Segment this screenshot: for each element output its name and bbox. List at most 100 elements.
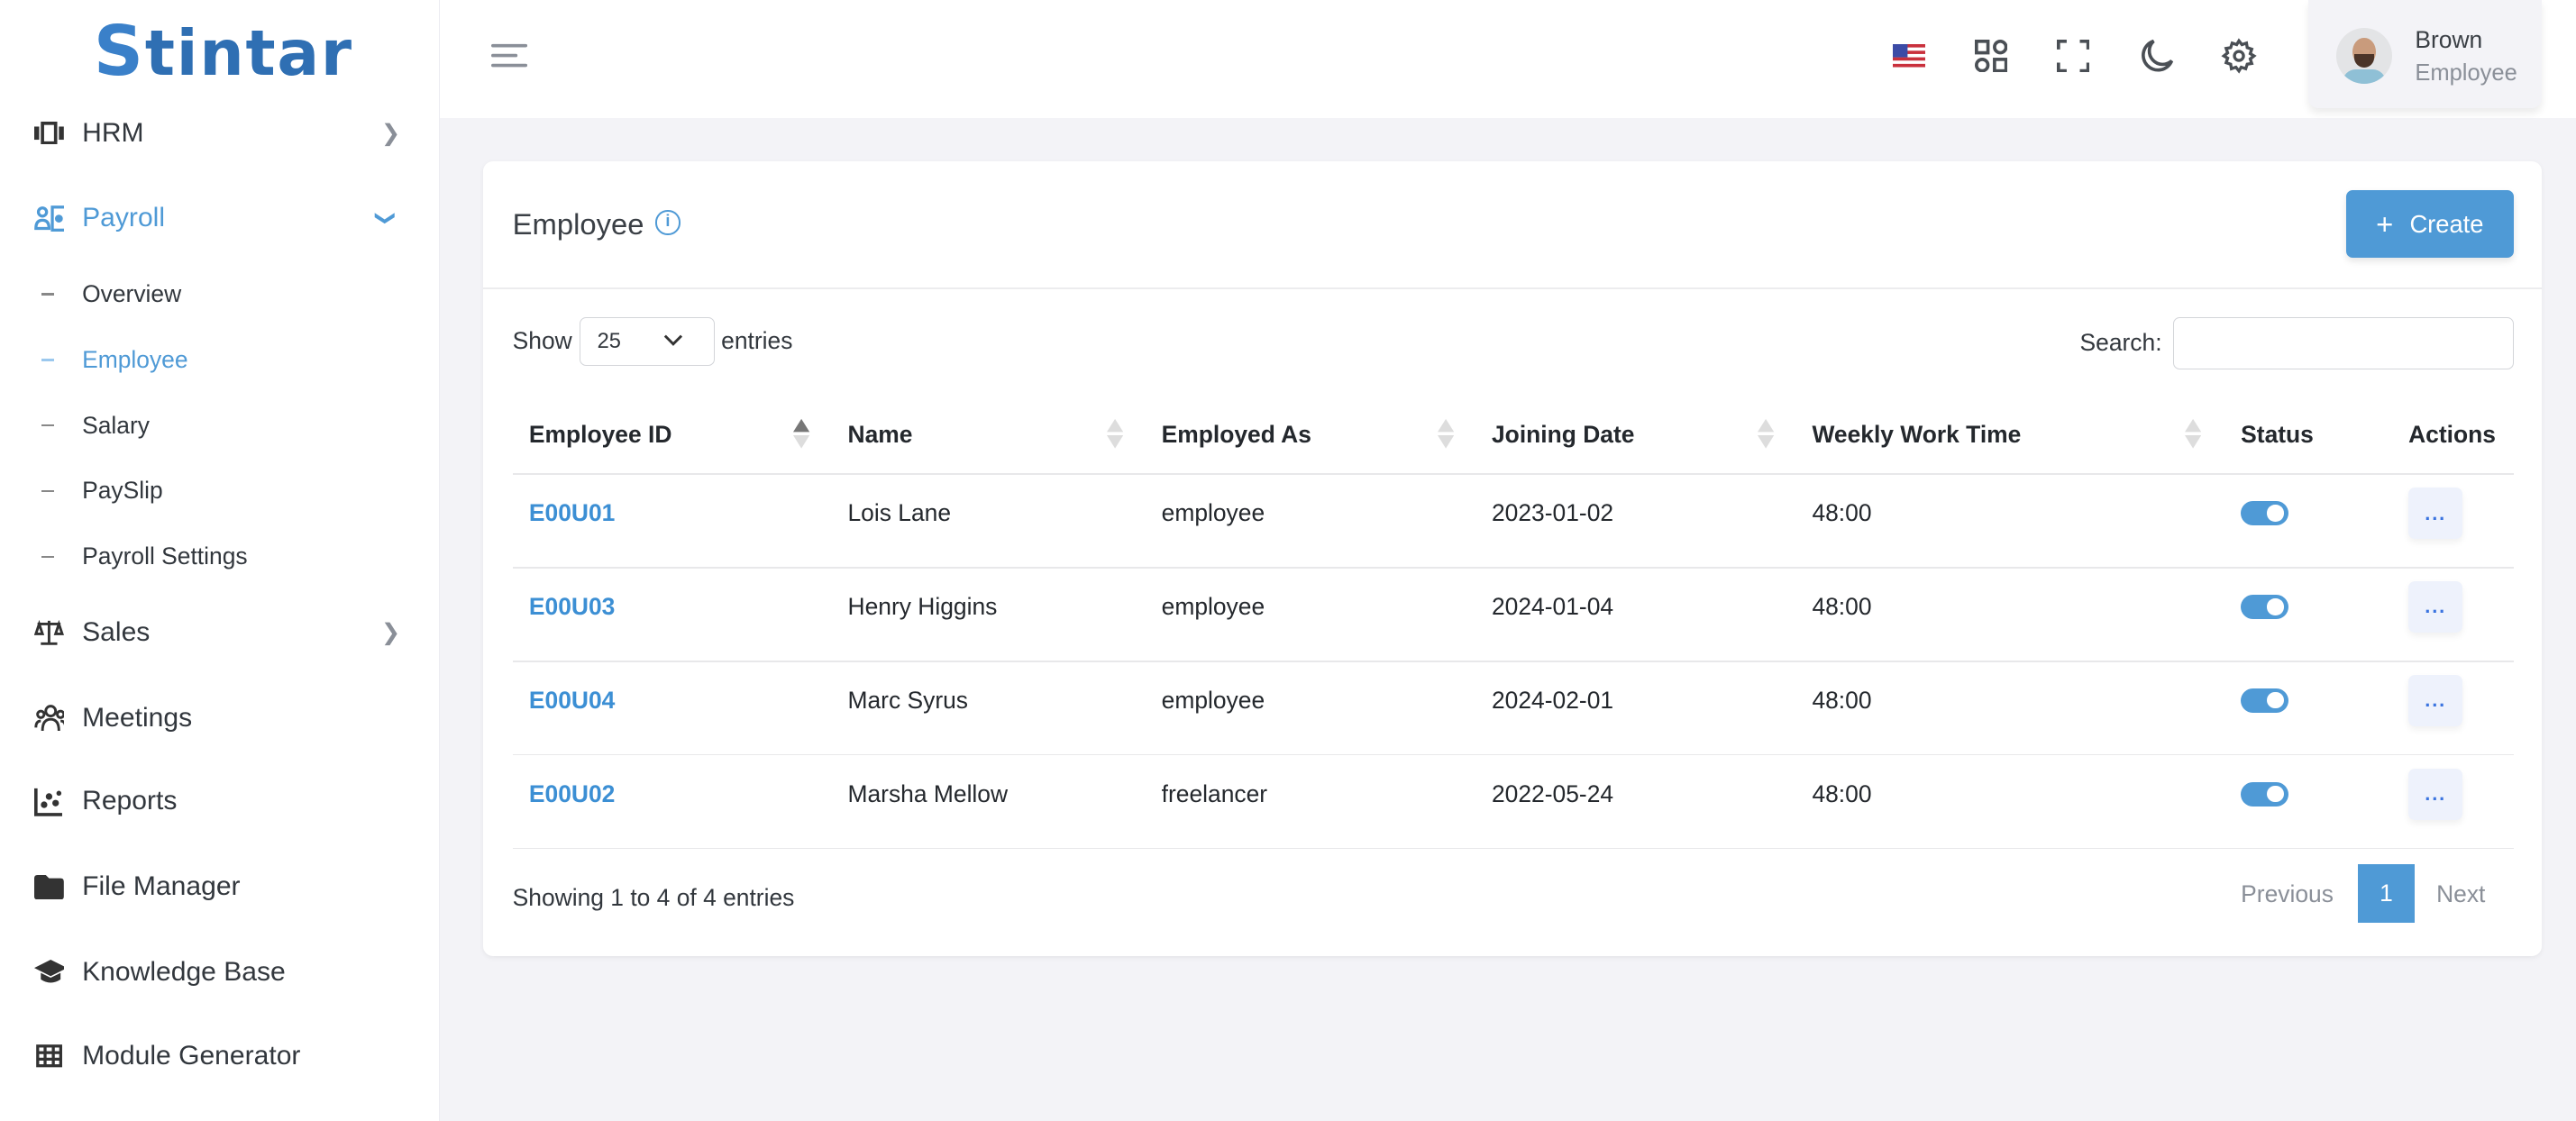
create-button[interactable]: + Create xyxy=(2345,190,2514,259)
row-divider xyxy=(512,753,2514,756)
sidebar-subitem-overview[interactable]: Overview xyxy=(0,269,440,319)
employee-id-link[interactable]: E00U01 xyxy=(529,499,615,527)
cell-time: 48:00 xyxy=(1812,592,1872,620)
sidebar-subitem-payslip[interactable]: PaySlip xyxy=(0,467,440,516)
payroll-icon xyxy=(34,204,65,233)
avatar xyxy=(2335,27,2392,84)
sidebar-subitem-label: Salary xyxy=(82,411,150,439)
search-input[interactable] xyxy=(2173,316,2514,370)
gear-icon[interactable] xyxy=(2219,36,2259,76)
dash-icon xyxy=(41,555,55,559)
sort-icon[interactable] xyxy=(1758,417,1775,450)
sort-icon[interactable] xyxy=(2185,417,2202,450)
next-page-button[interactable]: Next xyxy=(2436,880,2485,908)
employee-id-link[interactable]: E00U04 xyxy=(529,687,615,715)
dash-icon xyxy=(41,292,55,296)
sidebar-item-label: Module Generator xyxy=(82,1040,301,1071)
cell-role: employee xyxy=(1161,592,1265,620)
employee-card xyxy=(482,160,2542,956)
plus-icon: + xyxy=(2376,206,2394,241)
sort-icon[interactable] xyxy=(793,417,810,450)
folder-icon xyxy=(34,872,65,902)
page-title: Employee xyxy=(512,206,644,241)
cell-time: 48:00 xyxy=(1812,779,1872,807)
graduation-cap-icon xyxy=(34,958,65,988)
column-header[interactable]: Employed As xyxy=(1162,421,1311,449)
dash-icon xyxy=(41,424,55,427)
employee-id-link[interactable]: E00U03 xyxy=(529,593,615,621)
actions-button[interactable]: ... xyxy=(2408,581,2463,633)
moon-icon[interactable] xyxy=(2137,36,2177,76)
user-menu[interactable]: Brown Employee xyxy=(2307,0,2542,109)
actions-button[interactable]: ... xyxy=(2408,769,2463,820)
sidebar-item-meetings[interactable]: Meetings xyxy=(0,685,440,751)
info-icon[interactable]: i xyxy=(655,210,681,235)
actions-button[interactable]: ... xyxy=(2408,488,2463,539)
chevron-down-icon xyxy=(663,334,682,346)
cell-role: employee xyxy=(1161,686,1265,714)
status-toggle[interactable] xyxy=(2241,500,2288,526)
chevron-down-icon: ❯ xyxy=(375,210,398,227)
column-header: Actions xyxy=(2408,420,2496,448)
sidebar-item-module-generator[interactable]: Module Generator xyxy=(0,1024,440,1089)
entries-value: 25 xyxy=(597,329,621,353)
chevron-right-icon: ❯ xyxy=(380,619,401,645)
sidebar-item-hrm[interactable]: HRM ❯ xyxy=(0,100,440,166)
column-header[interactable]: Employee ID xyxy=(529,421,672,449)
sidebar-subitem-employee[interactable]: Employee xyxy=(0,335,440,385)
cell-name: Marsha Mellow xyxy=(847,779,1009,807)
employee-id-link[interactable]: E00U02 xyxy=(529,780,615,808)
sidebar-item-sales[interactable]: Sales ❯ xyxy=(0,599,440,665)
column-header[interactable]: Joining Date xyxy=(1492,421,1634,449)
sidebar-subitem-label: Overview xyxy=(82,279,182,307)
column-header[interactable]: Name xyxy=(848,421,913,449)
more-icon: ... xyxy=(2425,501,2446,524)
chart-icon xyxy=(34,787,64,816)
more-icon: ... xyxy=(2425,595,2446,618)
status-toggle[interactable] xyxy=(2241,594,2288,620)
logo[interactable]: Stintar xyxy=(94,16,353,91)
sidebar-item-label: File Manager xyxy=(82,871,241,902)
sidebar-item-knowledge-base[interactable]: Knowledge Base xyxy=(0,940,440,1006)
sidebar-subitem-payroll-settings[interactable]: Payroll Settings xyxy=(0,533,440,582)
divider xyxy=(482,287,2542,289)
sidebar-item-label: Sales xyxy=(82,616,151,647)
sort-icon[interactable] xyxy=(1107,417,1124,450)
status-toggle[interactable] xyxy=(2241,688,2288,714)
cell-name: Marc Syrus xyxy=(847,686,969,714)
dash-icon xyxy=(41,489,55,493)
column-header[interactable]: Weekly Work Time xyxy=(1812,421,2021,449)
menu-icon[interactable] xyxy=(489,36,529,76)
row-divider xyxy=(512,660,2514,662)
sidebar-subitem-label: PaySlip xyxy=(82,477,163,505)
sidebar-item-file-manager[interactable]: File Manager xyxy=(0,854,440,920)
previous-page-button[interactable]: Previous xyxy=(2241,880,2334,908)
us-flag-icon[interactable] xyxy=(1889,36,1929,76)
dash-icon xyxy=(41,358,55,361)
cell-date: 2022-05-24 xyxy=(1492,779,1614,807)
status-toggle[interactable] xyxy=(2241,781,2288,807)
cell-time: 48:00 xyxy=(1812,686,1872,714)
sidebar-subitem-salary[interactable]: Salary xyxy=(0,401,440,451)
cell-name: Henry Higgins xyxy=(847,592,998,620)
cell-date: 2024-01-04 xyxy=(1492,592,1614,620)
cell-role: freelancer xyxy=(1161,779,1268,807)
fullscreen-icon[interactable] xyxy=(2053,36,2093,76)
row-divider xyxy=(512,566,2514,569)
apps-icon[interactable] xyxy=(1971,36,2011,76)
search-label: Search: xyxy=(2079,328,2162,356)
actions-button[interactable]: ... xyxy=(2408,675,2463,726)
row-divider xyxy=(512,847,2514,850)
sidebar-item-payroll[interactable]: Payroll ❯ xyxy=(0,186,440,251)
scale-icon xyxy=(34,617,65,647)
page-1-button[interactable]: 1 xyxy=(2357,863,2416,924)
sort-icon[interactable] xyxy=(1437,417,1455,450)
chevron-right-icon: ❯ xyxy=(380,120,401,146)
entries-select[interactable]: 25 xyxy=(580,316,715,367)
sidebar-item-label: Meetings xyxy=(82,702,193,733)
sidebar-item-label: Reports xyxy=(82,786,178,816)
sidebar-item-reports[interactable]: Reports xyxy=(0,769,440,834)
sidebar-subitem-label: Employee xyxy=(82,345,188,373)
grid-icon xyxy=(34,1042,64,1071)
cell-role: employee xyxy=(1161,499,1265,527)
